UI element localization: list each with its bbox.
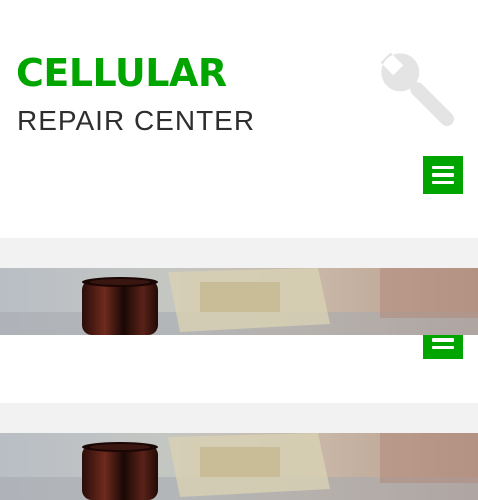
wrench-icon — [380, 52, 454, 126]
gray-band — [0, 403, 478, 433]
brand-title[interactable]: CELLULAR — [16, 50, 227, 96]
hamburger-line — [432, 180, 454, 185]
hero-image — [0, 433, 478, 500]
brand-subtitle: REPAIR CENTER — [17, 105, 256, 136]
menu-toggle-button[interactable] — [423, 335, 463, 359]
site-header: CELLULAR REPAIR CENTER — [0, 0, 478, 238]
hero-photo-mac-pro — [0, 433, 478, 500]
hamburger-line — [432, 338, 454, 342]
hamburger-line — [432, 345, 454, 350]
menu-toggle-button-repeat[interactable] — [423, 335, 463, 359]
hamburger-line — [432, 165, 454, 170]
content-strip — [0, 335, 478, 403]
hamburger-line — [432, 173, 454, 177]
menu-toggle-button[interactable] — [423, 156, 463, 194]
hero-photo-mac-pro — [0, 268, 478, 335]
gray-band — [0, 238, 478, 268]
hero-image — [0, 268, 478, 335]
